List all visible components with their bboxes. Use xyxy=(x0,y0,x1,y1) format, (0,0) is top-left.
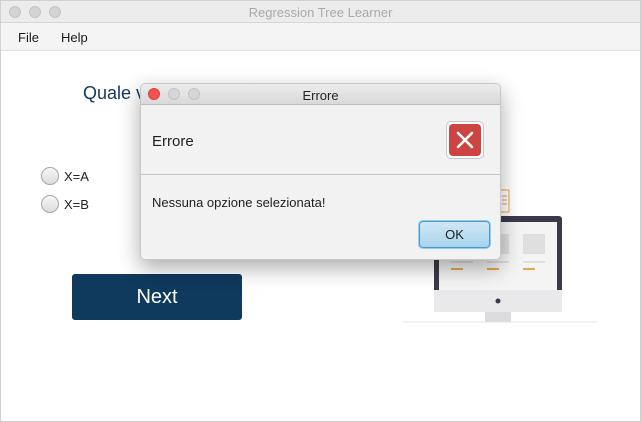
option-b-radio[interactable] xyxy=(41,195,59,213)
error-dialog: Errore Errore Nessuna opzione selezionat… xyxy=(140,83,501,260)
option-a-label[interactable]: X=A xyxy=(64,169,89,184)
window-title: Regression Tree Learner xyxy=(248,5,393,20)
dialog-title: Errore xyxy=(302,88,339,103)
option-b-label[interactable]: X=B xyxy=(64,197,89,212)
dialog-header-text: Errore xyxy=(152,133,194,150)
menu-file[interactable]: File xyxy=(18,30,39,45)
option-b-row[interactable]: X=B xyxy=(41,195,89,213)
dialog-message: Nessuna opzione selezionata! xyxy=(152,195,326,210)
error-icon xyxy=(446,121,484,159)
menu-bar: File Help xyxy=(1,23,640,51)
ok-button[interactable]: OK xyxy=(419,221,490,248)
window-titlebar[interactable]: Regression Tree Learner xyxy=(1,1,640,23)
menu-help[interactable]: Help xyxy=(61,30,88,45)
close-x-icon xyxy=(456,131,474,149)
dialog-titlebar[interactable]: Errore xyxy=(141,84,500,105)
option-a-radio[interactable] xyxy=(41,167,59,185)
dialog-header: Errore xyxy=(141,105,500,175)
next-button[interactable]: Next xyxy=(72,274,242,320)
question-text: Quale v xyxy=(83,83,146,103)
option-a-row[interactable]: X=A xyxy=(41,167,89,185)
